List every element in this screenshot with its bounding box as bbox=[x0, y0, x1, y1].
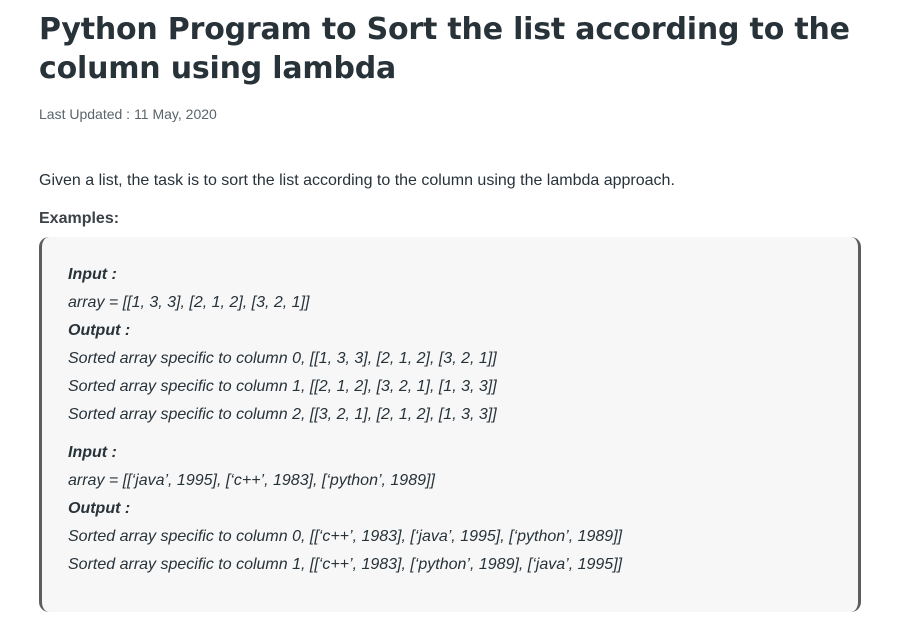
page-title: Python Program to Sort the list accordin… bbox=[39, 12, 850, 86]
example-1-input: array = [[1, 3, 3], [2, 1, 2], [3, 2, 1]… bbox=[68, 294, 310, 311]
example-spacer bbox=[68, 429, 858, 439]
example-1-output-line: Sorted array specific to column 0, [[1, … bbox=[68, 350, 497, 367]
example-1-output-label: Output : bbox=[68, 322, 131, 339]
example-1-output-line: Sorted array specific to column 1, [[2, … bbox=[68, 378, 497, 395]
last-updated-label: Last Updated : bbox=[39, 106, 131, 122]
example-2-input-label: Input : bbox=[68, 444, 117, 461]
example-2-output-line: Sorted array specific to column 1, [[‘c+… bbox=[68, 556, 623, 573]
example-2-input: array = [[‘java’, 1995], [‘c++’, 1983], … bbox=[68, 472, 435, 489]
example-1-output-line: Sorted array specific to column 2, [[3, … bbox=[68, 406, 497, 423]
article: Python Program to Sort the list accordin… bbox=[39, 0, 861, 612]
example-1-input-label: Input : bbox=[68, 266, 117, 283]
last-updated: Last Updated :11 May, 2020 bbox=[39, 105, 861, 123]
last-updated-date: 11 May, 2020 bbox=[134, 106, 217, 122]
intro-paragraph: Given a list, the task is to sort the li… bbox=[39, 172, 675, 189]
examples-heading: Examples: bbox=[39, 210, 120, 227]
example-box: Input : array = [[1, 3, 3], [2, 1, 2], [… bbox=[39, 237, 861, 612]
example-2-output-label: Output : bbox=[68, 500, 131, 517]
example-2-output-line: Sorted array specific to column 0, [[‘c+… bbox=[68, 528, 623, 545]
